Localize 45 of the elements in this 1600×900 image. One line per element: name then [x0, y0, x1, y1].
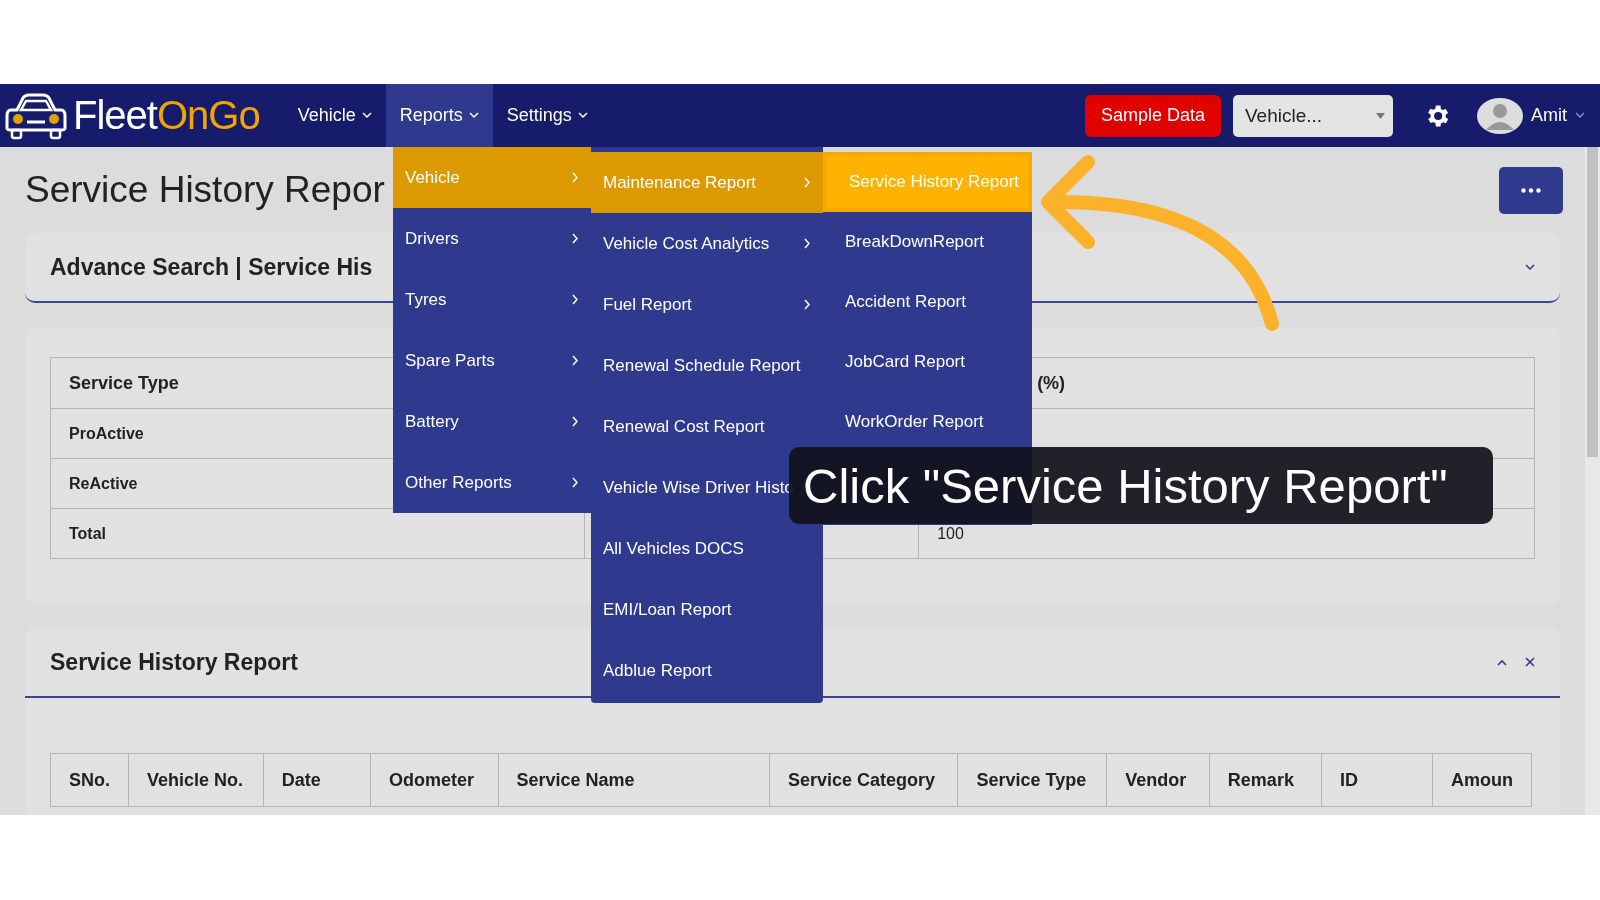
column-header: ID [1321, 753, 1433, 807]
menu-item[interactable]: Accident Report [823, 272, 1032, 332]
chevron-down-icon [361, 112, 372, 119]
menu-item[interactable]: Renewal Cost Report [591, 396, 823, 457]
scrollbar[interactable] [1585, 147, 1600, 815]
column-header: SNo. [50, 753, 129, 807]
column-header: Service Type [958, 753, 1107, 807]
menu-item[interactable]: EMI/Loan Report [591, 579, 823, 640]
chevron-down-icon [577, 112, 588, 119]
page-title: Service History Repor [25, 169, 385, 211]
brand-name: FleetOnGo [73, 93, 260, 138]
dropdown-icon [1376, 112, 1385, 119]
menu-item[interactable]: Tyres [393, 269, 591, 330]
more-icon [1521, 187, 1541, 193]
menu-item[interactable]: Renewal Schedule Report [591, 335, 823, 396]
card-title: Service History Report [50, 648, 298, 676]
column-header: Vendor [1106, 753, 1210, 807]
column-header: Service Category [769, 753, 958, 807]
expand-icon [1525, 263, 1535, 271]
nav-menu[interactable]: Vehicle [283, 84, 386, 147]
avatar-icon [1477, 97, 1523, 134]
column-header: Vehicle No. [128, 753, 264, 807]
column-header: Date [263, 753, 371, 807]
collapse-icon[interactable] [1497, 658, 1507, 666]
vehicle-select[interactable]: Vehicle... [1233, 94, 1393, 137]
user-name[interactable]: Amit [1531, 105, 1567, 126]
column-header: Amoun [1432, 753, 1532, 807]
close-icon[interactable] [1525, 657, 1535, 667]
nav-menu[interactable]: Reports [385, 84, 493, 147]
column-header: Remark [1209, 753, 1322, 807]
chevron-down-icon [1575, 112, 1585, 119]
menu-item[interactable]: BreakDownReport [823, 212, 1032, 272]
chevron-down-icon [468, 112, 479, 119]
nav-menu[interactable]: Settings [492, 84, 602, 147]
more-button[interactable] [1499, 166, 1563, 214]
car-logo-icon [5, 91, 67, 140]
menu-item[interactable]: Adblue Report [591, 640, 823, 701]
menu-item[interactable]: Drivers [393, 208, 591, 269]
sample-data-button[interactable]: Sample Data [1084, 94, 1221, 137]
menu-item[interactable]: Fuel Report [591, 274, 823, 335]
column-header: Odometer [370, 753, 498, 807]
card-title: Advance Search | Service His [50, 253, 373, 281]
menu-item[interactable]: Vehicle Cost Analytics [591, 213, 823, 274]
column-header: Service Name [498, 753, 770, 807]
menu-item[interactable]: All Vehicles DOCS [591, 518, 823, 579]
